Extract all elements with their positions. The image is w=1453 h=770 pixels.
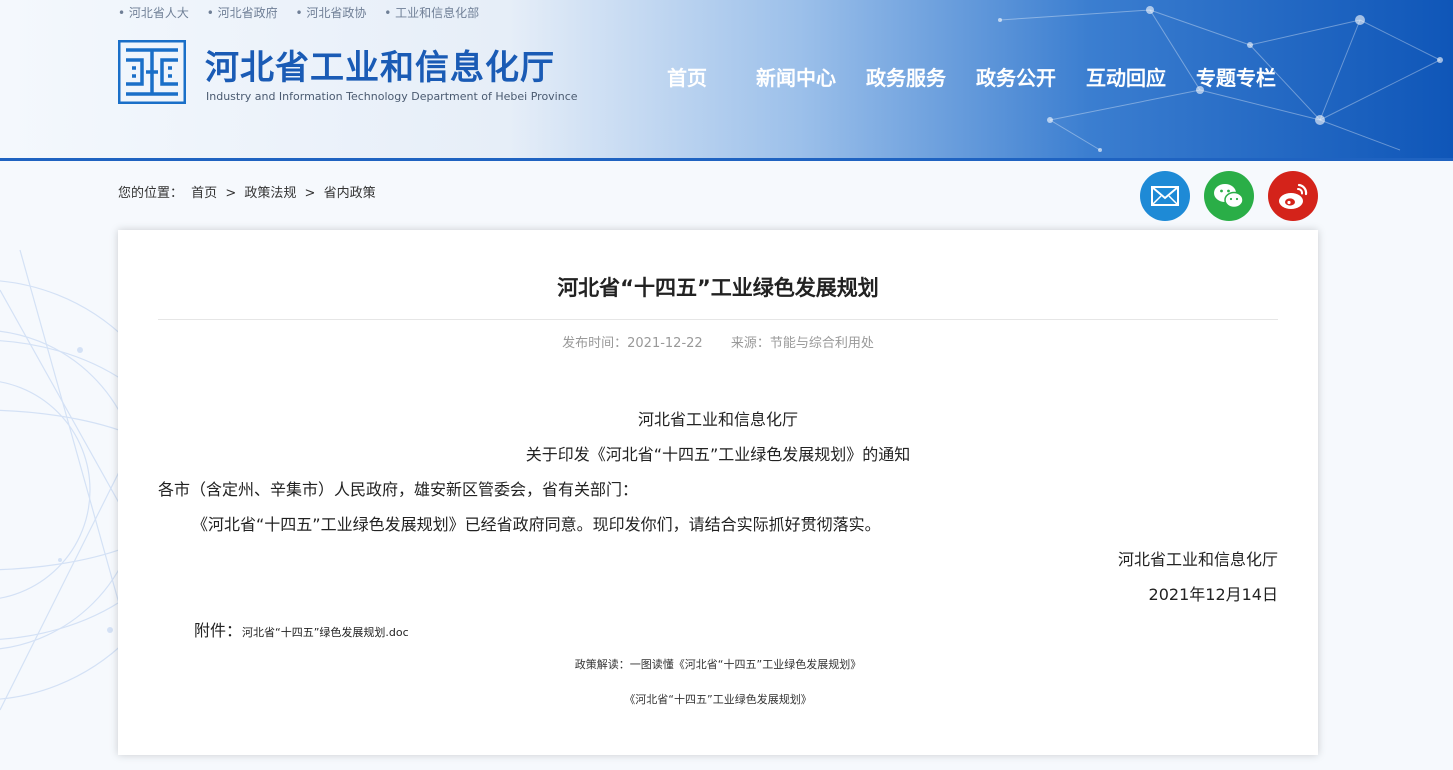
breadcrumb-separator: > [225,186,237,201]
related-document-link[interactable]: 《河北省“十四五”工业绿色发展规划》 [118,691,1318,707]
share-wechat-button[interactable] [1204,171,1254,221]
article-card: 河北省“十四五”工业绿色发展规划 发布时间：2021-12-22 来源：节能与综… [118,230,1318,755]
top-link-government[interactable]: • 河北省政府 [207,6,278,20]
share-mail-button[interactable] [1140,171,1190,221]
nav-news-center[interactable]: 新闻中心 [756,62,836,91]
nav-special-topics[interactable]: 专题专栏 [1196,62,1276,91]
policy-interpretation-link[interactable]: 政策解读：一图读懂《河北省“十四五”工业绿色发展规划》 [118,656,1318,672]
notice-body: 《河北省“十四五”工业绿色发展规划》已经省政府同意。现印发你们，请结合实际抓好贯… [192,515,881,534]
nav-interaction[interactable]: 互动回应 [1086,62,1166,91]
notice-title: 关于印发《河北省“十四五”工业绿色发展规划》的通知 [525,445,911,464]
article-title: 河北省“十四五”工业绿色发展规划 [557,276,879,300]
issuer-heading: 河北省工业和信息化厅 [637,410,798,429]
notice-recipients: 各市（含定州、辛集市）人民政府，雄安新区管委会，省有关部门： [158,480,639,499]
top-link-cppcc[interactable]: • 河北省政协 [295,6,366,20]
attachment: 附件：河北省“十四五”绿色发展规划.doc [194,617,409,641]
breadcrumb-label: 您的位置： [118,186,184,201]
notice-date: 2021年12月14日 [1148,585,1278,604]
breadcrumb-provincial-policies[interactable]: 省内政策 [324,186,376,201]
hebei-seal-logo-icon[interactable] [118,40,186,104]
article-meta: 发布时间：2021-12-22 来源：节能与综合利用处 [118,332,1318,351]
article-source: 来源：节能与综合利用处 [730,336,874,351]
site-logo-subtitle: Industry and Information Technology Depa… [206,90,578,103]
site-logo-title[interactable]: 河北省工业和信息化厅 [205,40,555,89]
wechat-icon [1204,171,1254,221]
top-link-npc[interactable]: • 河北省人大 [118,6,189,20]
attachment-label: 附件： [194,621,243,640]
publish-time: 发布时间：2021-12-22 [562,336,703,351]
mail-icon [1140,171,1190,221]
site-header: • 河北省人大 • 河北省政府 • 河北省政协 • 工业和信息化部 河北省工业和… [0,0,1453,161]
top-links: • 河北省人大 • 河北省政府 • 河北省政协 • 工业和信息化部 [118,4,493,21]
notice-signature: 河北省工业和信息化厅 [1117,550,1278,569]
breadcrumb-policies[interactable]: 政策法规 [244,186,296,201]
weibo-icon [1268,171,1318,221]
top-link-miit[interactable]: • 工业和信息化部 [384,6,479,20]
breadcrumb: 您的位置： 首页 > 政策法规 > 省内政策 [118,182,380,201]
attachment-file-link[interactable]: 河北省“十四五”绿色发展规划.doc [242,626,409,639]
breadcrumb-home[interactable]: 首页 [191,186,217,201]
nav-home[interactable]: 首页 [652,62,722,91]
nav-government-services[interactable]: 政务服务 [866,62,946,91]
share-weibo-button[interactable] [1268,171,1318,221]
nav-government-affairs[interactable]: 政务公开 [976,62,1056,91]
title-divider [158,319,1278,320]
breadcrumb-separator: > [304,186,316,201]
